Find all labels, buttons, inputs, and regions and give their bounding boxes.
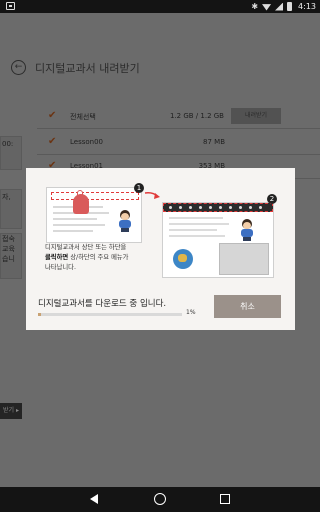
guide-description: 디지털교과서 상단 또는 하단을 클릭하면 상/하단의 주요 메뉴가 나타납니다… bbox=[45, 243, 157, 273]
arrow-right-icon bbox=[144, 192, 160, 199]
signal-icon bbox=[275, 2, 284, 11]
highlight-frame bbox=[51, 192, 139, 200]
header: ← 디지털교과서 내려받기 bbox=[0, 53, 320, 83]
download-button[interactable]: 내려받기 bbox=[231, 108, 281, 124]
battery-icon bbox=[287, 2, 293, 11]
text-line bbox=[169, 235, 225, 237]
side-fragment: 접숙 교육 습니 bbox=[0, 233, 22, 279]
highlight-frame bbox=[163, 203, 273, 212]
text-line bbox=[53, 224, 105, 226]
status-bar: ✱ 4:13 bbox=[0, 0, 320, 13]
list-item[interactable]: ✔ Lesson00 87 MB bbox=[37, 131, 320, 155]
nav-home-icon[interactable] bbox=[154, 493, 166, 505]
description-bold: 클릭하면 bbox=[45, 254, 69, 261]
side-fragment: 자, bbox=[0, 189, 22, 229]
download-progress-bar bbox=[38, 313, 182, 316]
page-title: 디지털교과서 내려받기 bbox=[35, 62, 140, 75]
download-progress-dialog: 1 2 디지털교과서 상단 또는 하단을 클릭하면 상/하단의 주요 메뉴가 나… bbox=[26, 168, 295, 330]
progress-fill bbox=[38, 313, 41, 316]
side-panel: 00: 자, 접숙 교육 습니 받기 ▸ bbox=[0, 133, 22, 419]
nav-back-icon[interactable] bbox=[88, 493, 100, 505]
bluetooth-icon: ✱ bbox=[251, 2, 259, 11]
clock: 4:13 bbox=[298, 2, 316, 11]
step-badge: 2 bbox=[267, 194, 277, 204]
select-all-label: 전체선택 bbox=[70, 113, 96, 121]
text-line bbox=[169, 223, 229, 225]
progress-percent: 1% bbox=[186, 309, 196, 316]
description-line: 상/하단의 주요 메뉴가 bbox=[68, 254, 129, 261]
description-line: 나타납니다. bbox=[45, 264, 76, 271]
nav-recents-icon[interactable] bbox=[220, 494, 230, 504]
text-line bbox=[169, 229, 217, 231]
tap-indicator bbox=[73, 194, 89, 214]
description-line: 디지털교과서 상단 또는 하단을 bbox=[45, 244, 127, 251]
character-illustration bbox=[117, 210, 133, 232]
wifi-icon bbox=[262, 4, 272, 11]
checkmark-icon[interactable]: ✔ bbox=[48, 111, 56, 121]
lesson-size: 87 MB bbox=[203, 138, 225, 146]
text-line bbox=[53, 230, 93, 232]
arrow-back-circle-icon[interactable]: ← bbox=[11, 60, 26, 75]
notification-icon bbox=[6, 2, 15, 10]
globe-illustration bbox=[173, 249, 193, 269]
character-illustration bbox=[239, 219, 255, 241]
total-size: 1.2 GB / 1.2 GB bbox=[170, 112, 224, 120]
map-illustration bbox=[219, 243, 269, 275]
lesson-name: Lesson00 bbox=[70, 138, 104, 146]
step-badge: 1 bbox=[134, 183, 144, 193]
guide-image-top bbox=[46, 187, 142, 243]
checkmark-icon[interactable]: ✔ bbox=[48, 137, 56, 147]
text-line bbox=[169, 217, 223, 219]
side-fragment: 00: bbox=[0, 136, 22, 170]
cancel-button[interactable]: 취소 bbox=[214, 295, 281, 318]
status-icons: ✱ 4:13 bbox=[251, 2, 316, 11]
download-status-text: 디지털교과서를 다운로드 중 입니다. bbox=[38, 299, 167, 309]
text-line bbox=[53, 218, 97, 220]
select-all-row[interactable]: ✔ 전체선택 1.2 GB / 1.2 GB 내려받기 bbox=[37, 105, 320, 129]
side-download-button[interactable]: 받기 ▸ bbox=[0, 403, 22, 419]
system-nav-bar bbox=[0, 487, 320, 512]
guide-image-menu bbox=[162, 202, 274, 278]
